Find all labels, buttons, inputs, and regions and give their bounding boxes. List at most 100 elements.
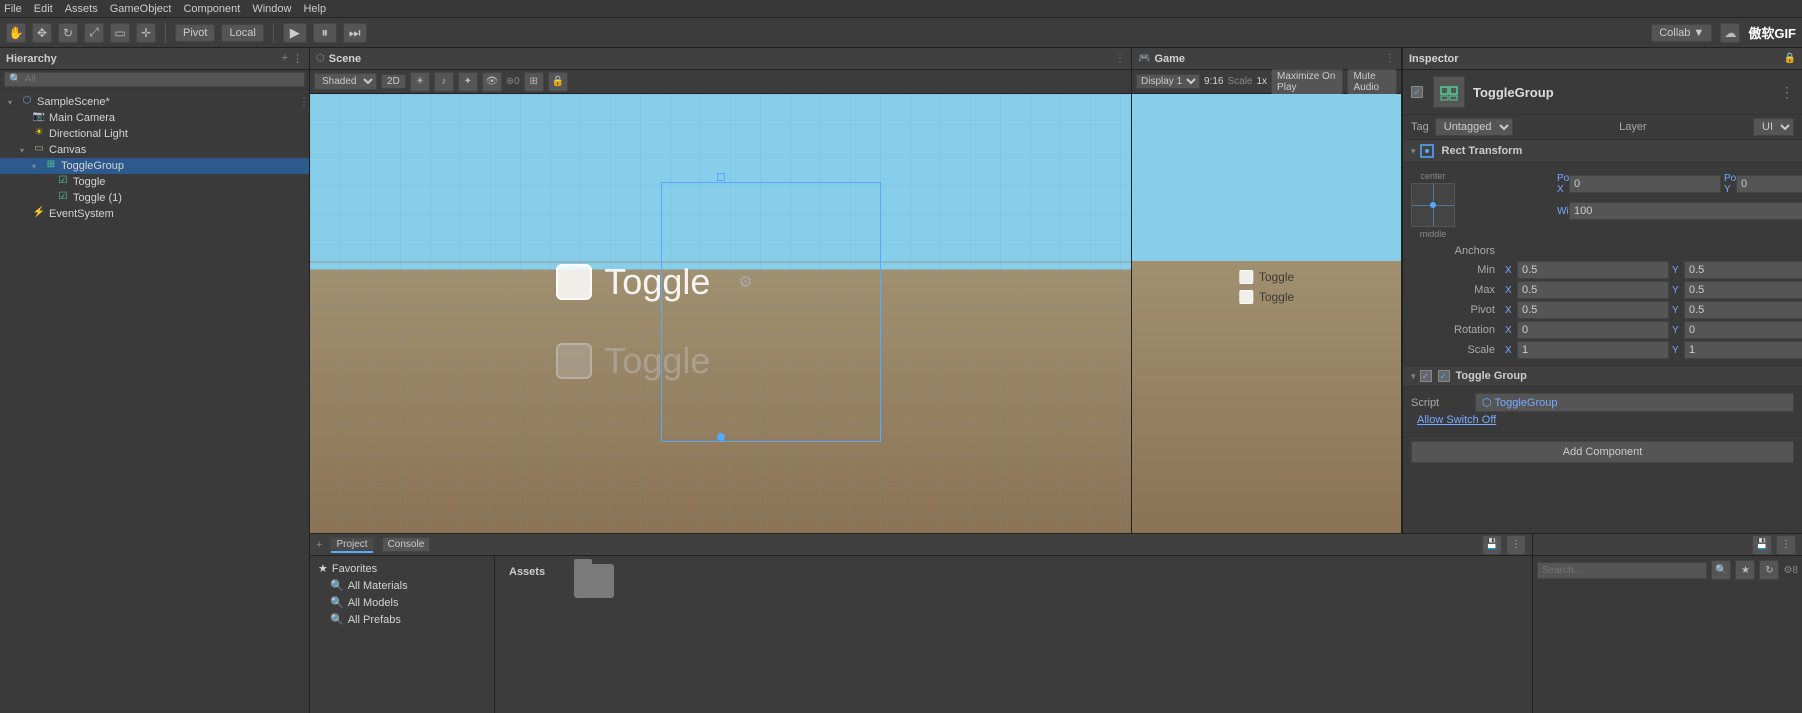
toolbar-transform-hand[interactable]: ✋	[6, 23, 26, 43]
tg-enabled-checkbox2[interactable]	[1438, 370, 1450, 382]
hierarchy-item-canvas[interactable]: ▾ ▭ Canvas	[0, 142, 309, 158]
console-tab[interactable]: Console	[382, 537, 431, 552]
all-prefabs-item[interactable]: 🔍 All Prefabs	[310, 611, 494, 628]
collab-button[interactable]: Collab ▼	[1651, 24, 1712, 42]
toolbar-transform-move[interactable]: ✥	[32, 23, 52, 43]
rt-miny-input[interactable]	[1684, 261, 1802, 279]
selection-handle-top	[717, 173, 725, 181]
rt-roty-input[interactable]	[1684, 321, 1802, 339]
all-materials-item[interactable]: 🔍 All Materials	[310, 577, 494, 594]
scene-options-btn[interactable]: ⋮	[1115, 53, 1125, 64]
game-toolbar: Display 1 9:16 Scale 1x Maximize On Play…	[1132, 70, 1401, 94]
togglegroup-icon: ⊞	[44, 159, 58, 173]
rt-maxx-input[interactable]	[1517, 281, 1669, 299]
layer-select[interactable]: UI	[1753, 118, 1794, 136]
rt-pivoty-input[interactable]	[1684, 301, 1802, 319]
maximize-on-play-btn[interactable]: Maximize On Play	[1271, 69, 1343, 95]
local-button[interactable]: Local	[221, 24, 263, 42]
rt-pivotx-input[interactable]	[1517, 301, 1669, 319]
menu-assets[interactable]: Assets	[65, 3, 98, 15]
game-bottom-options-icon[interactable]: ⋮	[1776, 535, 1796, 555]
favorites-item[interactable]: ★ Favorites	[310, 560, 494, 577]
tg-enabled-checkbox[interactable]	[1420, 370, 1432, 382]
hierarchy-item-togglegroup[interactable]: ▾ ⊞ ToggleGroup	[0, 158, 309, 174]
add-component-button[interactable]: Add Component	[1411, 441, 1794, 463]
scene-tab-label[interactable]: Scene	[329, 53, 361, 65]
rt-scaley-input[interactable]	[1684, 341, 1802, 359]
menu-file[interactable]: File	[4, 3, 22, 15]
menu-edit[interactable]: Edit	[34, 3, 53, 15]
asset-folder[interactable]	[569, 564, 619, 598]
allow-switch-off-link[interactable]: Allow Switch Off	[1417, 414, 1496, 426]
component-options-btn[interactable]: ⋮	[1780, 84, 1794, 101]
rt-minx-input[interactable]	[1517, 261, 1669, 279]
toolbar-transform-rotate[interactable]: ↻	[58, 23, 78, 43]
rt-posx-input[interactable]	[1569, 175, 1721, 193]
search3-icon: 🔍	[330, 613, 344, 626]
all-models-item[interactable]: 🔍 All Models	[310, 594, 494, 611]
scene-options[interactable]: ⋮	[299, 97, 309, 108]
scene-light-icon[interactable]: ☀	[410, 72, 430, 92]
rt-rotx-input[interactable]	[1517, 321, 1669, 339]
hierarchy-item-toggle2[interactable]: ☑ Toggle (1)	[0, 190, 309, 206]
rt-anchor-widget[interactable]: center middle	[1411, 171, 1455, 239]
rt-maxy-input[interactable]	[1684, 281, 1802, 299]
shading-mode-select[interactable]: Shaded	[314, 73, 377, 90]
step-button[interactable]: ⏭	[343, 23, 367, 43]
scene-effects-icon[interactable]: ✦	[458, 72, 478, 92]
project-add-btn[interactable]: +	[316, 539, 322, 551]
rt-posy-input[interactable]	[1736, 175, 1802, 193]
play-button[interactable]: ▶	[283, 23, 307, 43]
rt-scalex-input[interactable]	[1517, 341, 1669, 359]
game-search-input[interactable]	[1537, 562, 1707, 579]
hierarchy-item-directionallight[interactable]: ☀ Directional Light	[0, 126, 309, 142]
hierarchy-search-input[interactable]	[24, 74, 104, 85]
component-enabled-checkbox[interactable]	[1411, 86, 1423, 98]
game-content[interactable]: Toggle Toggle	[1132, 94, 1401, 533]
game-star-icon[interactable]: ★	[1735, 560, 1755, 580]
project-tab[interactable]: Project	[330, 537, 373, 553]
canvas-icon: ▭	[32, 143, 46, 157]
toolbar-transform-rect[interactable]: ▭	[110, 23, 130, 43]
hierarchy-item-eventsystem[interactable]: ⚡ EventSystem	[0, 206, 309, 222]
scene-grid-icon[interactable]: ⊞	[524, 72, 544, 92]
game-filter-icon[interactable]: 🔍	[1711, 560, 1731, 580]
mute-audio-btn[interactable]: Mute Audio	[1347, 69, 1397, 95]
rt-posy-field: Pos Y	[1724, 173, 1802, 195]
scene-hidden-icon[interactable]: 👁	[482, 72, 502, 92]
toolbar-transform-scale[interactable]: ⤢	[84, 23, 104, 43]
cloud-icon[interactable]: ☁	[1720, 23, 1740, 43]
toggle-group-section-header[interactable]: ▾ Toggle Group	[1403, 366, 1802, 387]
hierarchy-add-icon[interactable]: +	[282, 52, 288, 65]
toolbar-transform-multi[interactable]: ✛	[136, 23, 156, 43]
game-display-select[interactable]: Display 1	[1136, 74, 1200, 89]
project-save-icon[interactable]: 💾	[1482, 535, 1502, 555]
game-bottom-save-icon[interactable]: 💾	[1752, 535, 1772, 555]
inspector-lock-icon[interactable]: 🔒	[1784, 53, 1796, 64]
game-refresh-icon[interactable]: ↻	[1759, 560, 1779, 580]
game-tab-label[interactable]: Game	[1154, 53, 1185, 65]
scene-lock-icon[interactable]: 🔒	[548, 72, 568, 92]
hierarchy-options-icon[interactable]: ⋮	[292, 52, 303, 65]
hierarchy-item-maincamera[interactable]: 📷 Main Camera	[0, 110, 309, 126]
rect-transform-section-header[interactable]: ▾ Rect Transform	[1403, 140, 1802, 163]
anchor-grid[interactable]	[1411, 183, 1455, 227]
project-options-icon[interactable]: ⋮	[1506, 535, 1526, 555]
2d-button[interactable]: 2D	[381, 74, 406, 89]
scene-audio-icon[interactable]: ♪	[434, 72, 454, 92]
rt-width-input[interactable]	[1569, 202, 1802, 220]
tag-select[interactable]: Untagged	[1435, 118, 1513, 136]
anchors-label: Anchors	[1411, 245, 1501, 257]
component-icon	[1433, 76, 1465, 108]
pivot-button[interactable]: Pivot	[175, 24, 215, 42]
menu-window[interactable]: Window	[252, 3, 291, 15]
game-options-btn[interactable]: ⋮	[1385, 53, 1395, 64]
hierarchy-item-toggle1[interactable]: ☑ Toggle	[0, 174, 309, 190]
menu-help[interactable]: Help	[303, 3, 326, 15]
pause-button[interactable]: ⏸	[313, 23, 337, 43]
menu-component[interactable]: Component	[183, 3, 240, 15]
scene-content[interactable]: Toggle ⚙ Toggle	[310, 94, 1131, 533]
menu-gameobject[interactable]: GameObject	[110, 3, 172, 15]
hierarchy-item-samplescene[interactable]: ▾ ⬡ SampleScene* ⋮	[0, 94, 309, 110]
tg-script-ref[interactable]: ⬡ ToggleGroup	[1475, 393, 1794, 412]
